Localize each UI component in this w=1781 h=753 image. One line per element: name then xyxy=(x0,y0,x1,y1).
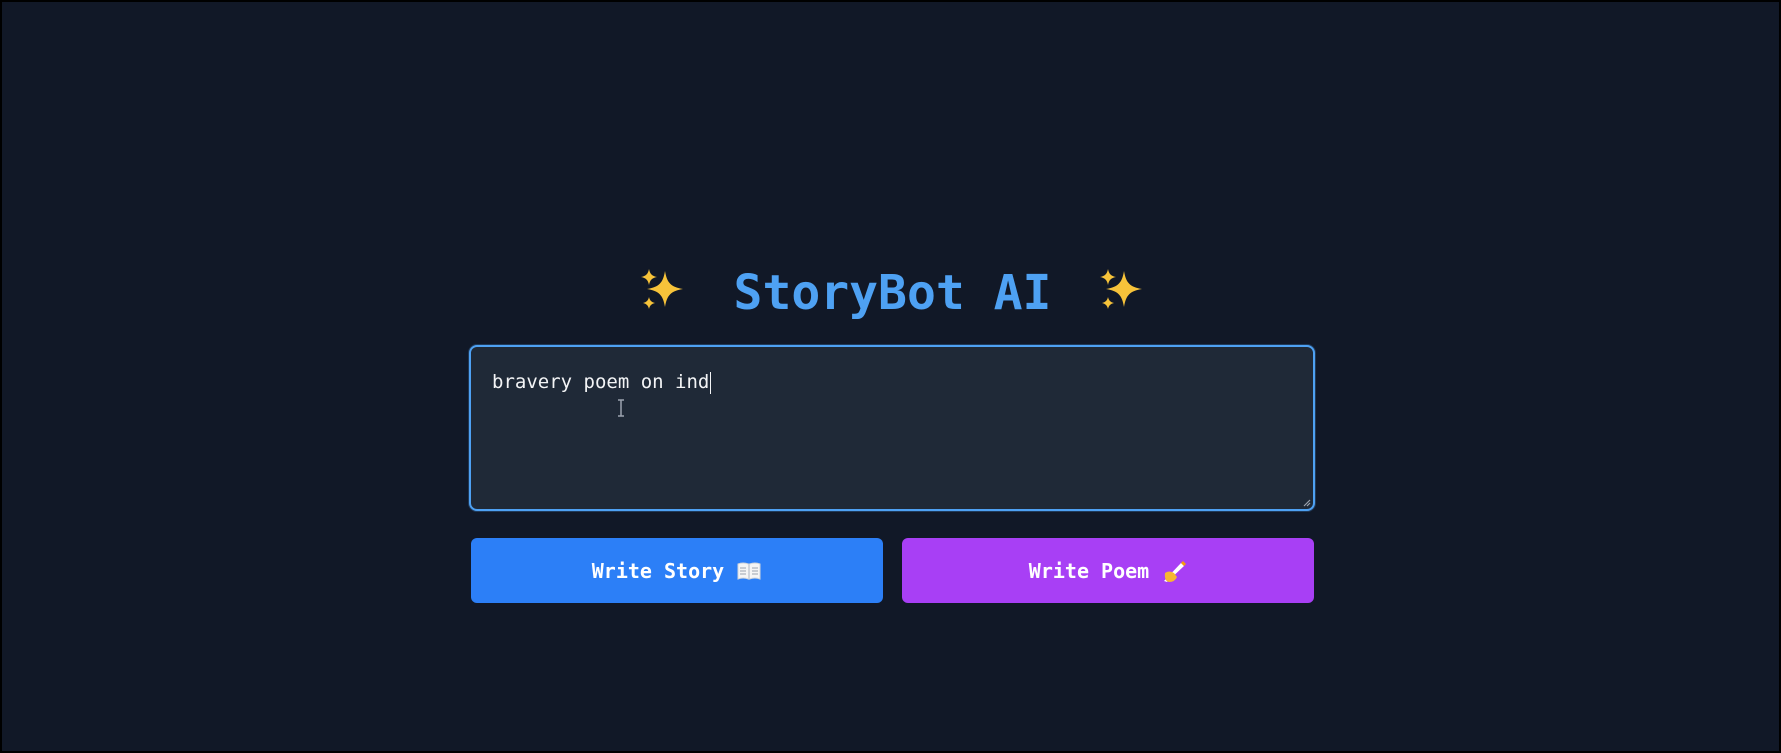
open-book-icon xyxy=(737,562,761,580)
ibeam-cursor-icon xyxy=(618,399,624,417)
write-story-button[interactable]: Write Story xyxy=(471,538,883,603)
sparkles-icon xyxy=(1100,269,1143,309)
writing-hand-icon xyxy=(1164,560,1187,582)
text-cursor xyxy=(710,371,712,394)
write-poem-button[interactable]: Write Poem xyxy=(902,538,1314,603)
resize-handle-icon[interactable] xyxy=(1301,497,1311,507)
sparkles-icon xyxy=(640,269,683,309)
prompt-textarea[interactable]: bravery poem on ind xyxy=(469,345,1315,511)
write-poem-label: Write Poem xyxy=(1028,558,1150,583)
page-title-text: StoryBot AI xyxy=(733,265,1052,321)
prompt-text-value: bravery poem on ind xyxy=(492,371,712,394)
write-story-label: Write Story xyxy=(591,558,725,583)
prompt-value: bravery poem on ind xyxy=(492,371,710,393)
page-title: StoryBot AI xyxy=(2,260,1781,323)
storybot-app: StoryBot AI bravery poem on ind Write St… xyxy=(0,0,1781,753)
